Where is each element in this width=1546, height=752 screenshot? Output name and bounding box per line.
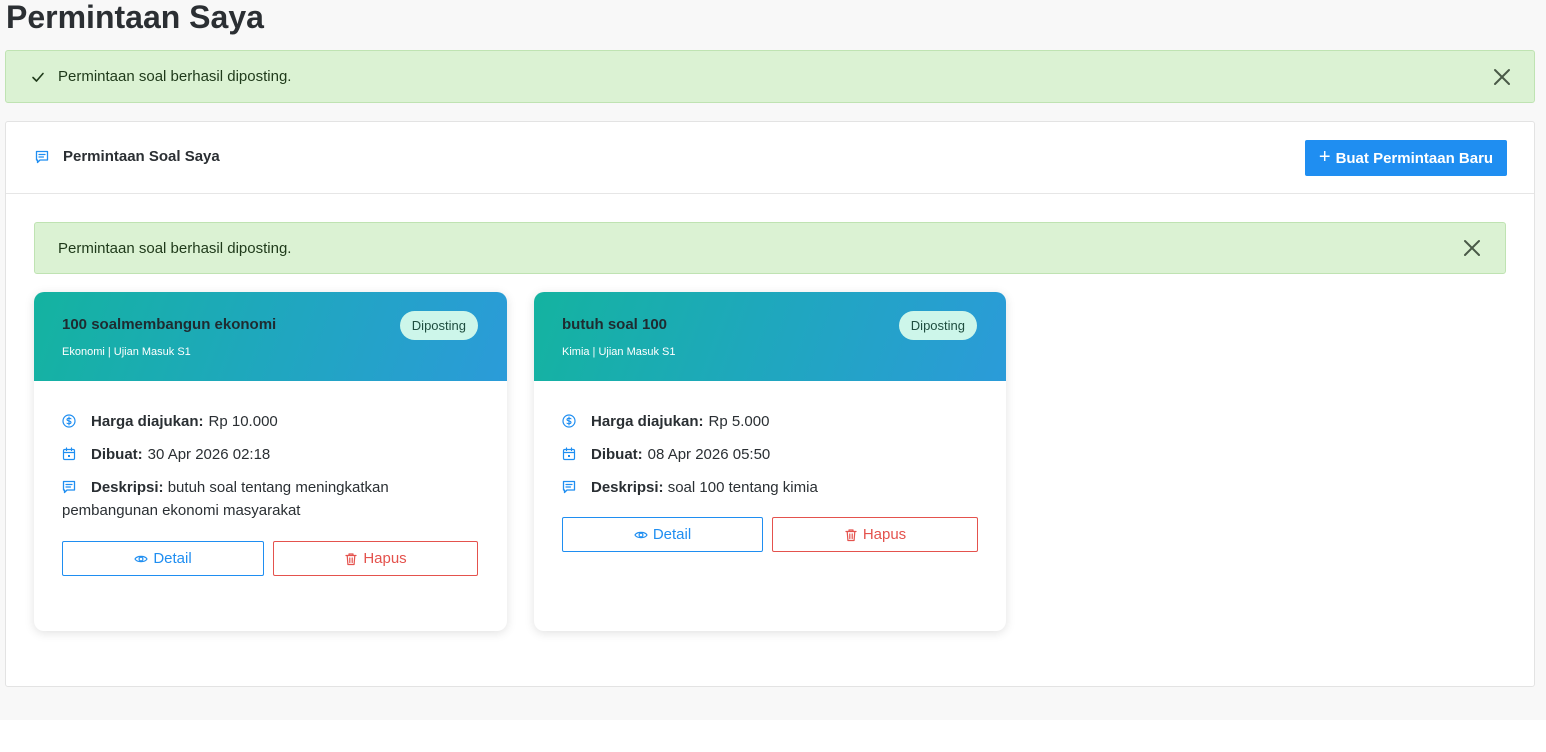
message-icon	[35, 150, 49, 163]
success-alert-top: Permintaan soal berhasil diposting.	[5, 50, 1535, 103]
request-card-header: 100 soalmembangun ekonomi Ekonomi | Ujia…	[34, 292, 507, 381]
close-alert-button[interactable]	[1492, 67, 1512, 87]
created-row: Dibuat: 08 Apr 2026 05:50	[562, 443, 982, 466]
request-title: butuh soal 100	[562, 316, 668, 333]
description-label: Deskripsi:	[591, 479, 664, 496]
close-alert-button[interactable]	[1462, 238, 1482, 258]
calendar-icon	[562, 447, 576, 461]
delete-button[interactable]: Hapus	[772, 517, 978, 552]
alert-message: Permintaan soal berhasil diposting.	[58, 68, 292, 85]
plus-icon: +	[1318, 146, 1331, 168]
description-label: Deskripsi:	[91, 479, 164, 496]
request-subtitle: Kimia | Ujian Masuk S1	[562, 346, 676, 358]
alert-message: Permintaan soal berhasil diposting.	[58, 239, 292, 257]
create-new-request-label: Buat Permintaan Baru	[1335, 149, 1494, 167]
delete-button[interactable]: Hapus	[273, 541, 478, 576]
calendar-icon	[62, 447, 76, 461]
check-icon	[32, 72, 44, 82]
dollar-circle-icon	[62, 414, 76, 428]
request-title: 100 soalmembangun ekonomi	[62, 316, 277, 333]
status-badge: Diposting	[399, 311, 478, 340]
price-label: Harga diajukan:	[91, 413, 204, 430]
trash-icon	[345, 552, 357, 565]
panel-title: Permintaan Soal Saya	[35, 148, 220, 165]
request-subtitle: Ekonomi | Ujian Masuk S1	[62, 346, 191, 358]
create-new-request-button[interactable]: + Buat Permintaan Baru	[1305, 140, 1507, 176]
close-icon	[1464, 240, 1480, 256]
description-row: Deskripsi: butuh soal tentang meningkatk…	[62, 476, 482, 522]
request-card: 100 soalmembangun ekonomi Ekonomi | Ujia…	[34, 292, 507, 631]
price-value: Rp 10.000	[208, 413, 278, 430]
created-value: 30 Apr 2026 02:18	[147, 446, 271, 463]
price-row: Harga diajukan: Rp 5.000	[562, 410, 982, 433]
message-icon	[62, 480, 76, 494]
request-card-header: butuh soal 100 Kimia | Ujian Masuk S1 Di…	[534, 292, 1006, 381]
detail-button[interactable]: Detail	[62, 541, 264, 576]
panel-header: Permintaan Soal Saya + Buat Permintaan B…	[6, 122, 1534, 194]
detail-label: Detail	[652, 526, 692, 543]
status-badge: Diposting	[898, 311, 977, 340]
page-title: Permintaan Saya	[6, 0, 264, 35]
delete-label: Hapus	[862, 526, 907, 543]
eye-icon	[634, 531, 648, 538]
request-card: butuh soal 100 Kimia | Ujian Masuk S1 Di…	[534, 292, 1006, 631]
price-label: Harga diajukan:	[591, 413, 704, 430]
created-value: 08 Apr 2026 05:50	[647, 446, 771, 463]
detail-label: Detail	[153, 550, 192, 567]
delete-label: Hapus	[363, 550, 407, 567]
message-icon	[562, 480, 576, 494]
price-value: Rp 5.000	[708, 413, 770, 430]
panel-title-text: Permintaan Soal Saya	[63, 148, 220, 165]
created-row: Dibuat: 30 Apr 2026 02:18	[62, 443, 482, 466]
trash-icon	[845, 528, 857, 541]
created-label: Dibuat:	[91, 446, 143, 463]
created-label: Dibuat:	[591, 446, 643, 463]
eye-icon	[134, 555, 149, 562]
close-icon	[1494, 68, 1510, 85]
dollar-circle-icon	[562, 414, 576, 428]
success-alert-inner: Permintaan soal berhasil diposting.	[34, 222, 1506, 274]
price-row: Harga diajukan: Rp 10.000	[62, 410, 482, 433]
description-value: soal 100 tentang kimia	[667, 479, 818, 496]
detail-button[interactable]: Detail	[562, 517, 763, 552]
description-row: Deskripsi: soal 100 tentang kimia	[562, 476, 982, 499]
